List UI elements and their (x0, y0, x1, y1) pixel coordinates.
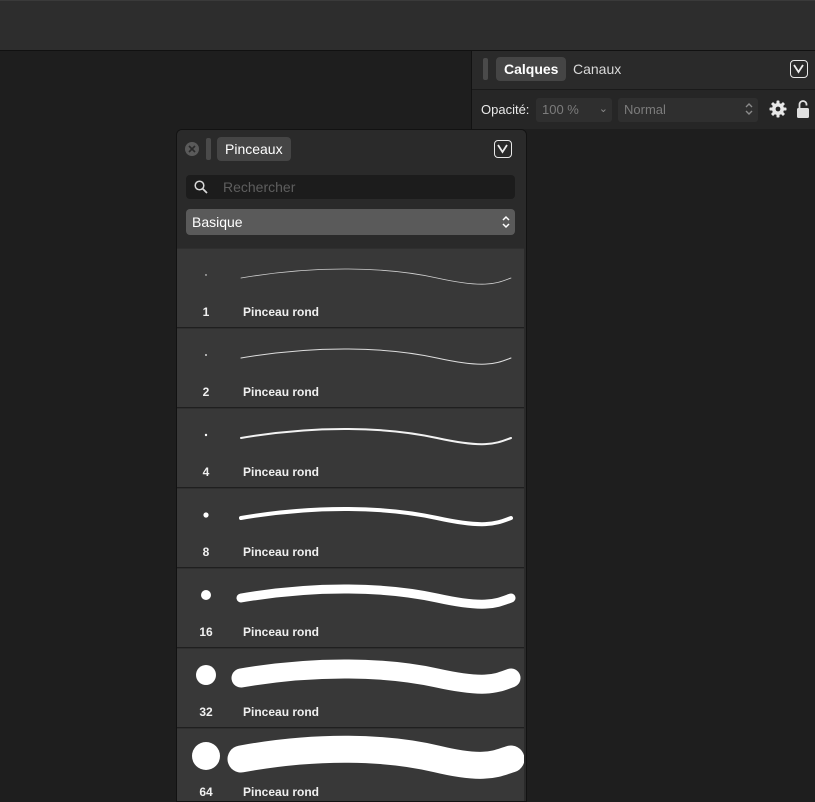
brush-row[interactable]: 32 Pinceau rond (177, 648, 524, 728)
select-arrows-icon (745, 103, 753, 115)
brush-row[interactable]: 64 Pinceau rond (177, 728, 524, 801)
chevron-down-icon: ⌄ (598, 103, 608, 115)
brush-name: Pinceau rond (243, 465, 320, 479)
search-placeholder: Rechercher (223, 179, 296, 195)
brush-name: Pinceau rond (243, 385, 320, 399)
settings-button[interactable] (769, 100, 787, 123)
tab-calques[interactable]: Calques (496, 57, 567, 81)
layers-tab-bar: Calques Canaux (472, 51, 815, 90)
brush-size: 8 (202, 545, 210, 559)
brush-size: 2 (202, 385, 210, 399)
gear-icon (769, 100, 787, 118)
blend-mode-select[interactable]: Normal (618, 98, 758, 122)
panel-grip-handle[interactable] (206, 138, 211, 160)
close-button[interactable] (185, 142, 199, 156)
brush-name: Pinceau rond (243, 305, 320, 319)
brush-row[interactable]: 16 Pinceau rond (177, 568, 524, 648)
brush-list: 1 Pinceau rond 2 Pinceau rond 4 Pinceau … (177, 248, 526, 801)
brush-name: Pinceau rond (243, 785, 320, 799)
panel-grip-handle[interactable] (483, 58, 488, 80)
search-icon (194, 180, 208, 194)
tab-canaux[interactable]: Canaux (573, 57, 621, 81)
brush-preview (203, 506, 513, 527)
opacity-label: Opacité: (481, 102, 530, 117)
brush-preview (204, 427, 512, 446)
chevron-down-icon (793, 64, 804, 74)
brush-preview (192, 735, 524, 779)
brush-size: 32 (199, 705, 213, 719)
brush-name: Pinceau rond (243, 705, 320, 719)
select-arrows-icon (502, 215, 510, 229)
brush-preview (205, 348, 512, 365)
top-toolbar (0, 0, 815, 51)
brush-size: 64 (199, 785, 213, 799)
brush-name: Pinceau rond (243, 545, 320, 559)
brush-preview (205, 268, 512, 285)
brushes-collapse-button[interactable] (494, 140, 512, 158)
layers-controls: Opacité: 100 % ⌄ Normal (472, 90, 815, 129)
layers-panel: Calques Canaux Opacité: 100 % ⌄ Normal (471, 51, 815, 129)
chevron-down-icon (497, 144, 508, 154)
category-value: Basique (192, 214, 243, 230)
tab-pinceaux[interactable]: Pinceaux (217, 137, 291, 161)
brush-name: Pinceau rond (243, 625, 320, 639)
blend-mode-value: Normal (624, 102, 666, 117)
brush-row[interactable]: 1 Pinceau rond (177, 248, 524, 328)
brush-size: 1 (202, 305, 210, 319)
brush-row[interactable]: 4 Pinceau rond (177, 408, 524, 488)
close-icon (188, 145, 196, 153)
search-input[interactable]: Rechercher (186, 175, 515, 199)
brush-row[interactable]: 2 Pinceau rond (177, 328, 524, 408)
brush-row[interactable]: 8 Pinceau rond (177, 488, 524, 568)
brush-preview (201, 584, 516, 609)
category-select[interactable]: Basique (186, 209, 515, 235)
brushes-header: Pinceaux (177, 130, 526, 168)
opacity-field[interactable]: 100 % ⌄ (536, 98, 612, 122)
lock-button[interactable] (796, 99, 810, 124)
brush-size: 4 (202, 465, 210, 479)
brush-size: 16 (199, 625, 213, 639)
brushes-panel: Pinceaux Rechercher Basique 1 Pinceau ro… (176, 129, 527, 802)
opacity-value: 100 % (542, 102, 579, 117)
brush-preview (196, 659, 521, 694)
lock-icon (797, 100, 809, 118)
layers-collapse-button[interactable] (790, 60, 808, 78)
toolbar-divider (0, 0, 815, 1)
